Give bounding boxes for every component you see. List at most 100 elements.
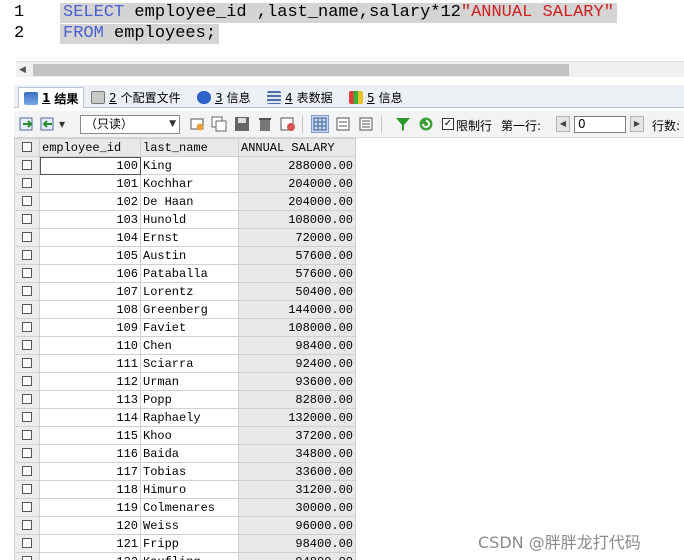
last-name-cell[interactable]: Faviet	[140, 318, 239, 337]
row-checkbox[interactable]	[22, 196, 32, 207]
annual-salary-cell[interactable]: 57600.00	[238, 264, 356, 283]
annual-salary-cell[interactable]: 108000.00	[238, 210, 356, 229]
last-name-cell[interactable]: Ernst	[140, 228, 239, 247]
last-name-cell[interactable]: Khoo	[140, 426, 239, 445]
sql-editor[interactable]: 1 SELECT employee_id ,last_name,salary*1…	[0, 0, 684, 60]
annual-salary-cell[interactable]: 31200.00	[238, 480, 356, 499]
row-select-cell[interactable]	[14, 246, 40, 265]
save-icon[interactable]	[233, 115, 251, 133]
employee-id-cell[interactable]: 104	[39, 228, 141, 247]
table-row[interactable]: 110 Chen 98400.00	[14, 336, 356, 355]
annual-salary-cell[interactable]: 33600.00	[238, 462, 356, 481]
row-select-cell[interactable]	[14, 516, 40, 535]
row-select-cell[interactable]	[14, 300, 40, 319]
last-name-cell[interactable]: Raphaely	[140, 408, 239, 427]
export-icon[interactable]	[18, 115, 36, 133]
table-row[interactable]: 118 Himuro 31200.00	[14, 480, 356, 499]
employee-id-cell[interactable]: 112	[39, 372, 141, 391]
employee-id-cell[interactable]: 103	[39, 210, 141, 229]
tab-info[interactable]: 3 信息	[192, 87, 256, 108]
employee-id-cell[interactable]: 105	[39, 246, 141, 265]
row-checkbox[interactable]	[22, 214, 32, 225]
row-select-cell[interactable]	[14, 264, 40, 283]
employee-id-cell[interactable]: 102	[39, 192, 141, 211]
table-row[interactable]: 106 Pataballa 57600.00	[14, 264, 356, 283]
last-name-cell[interactable]: Kochhar	[140, 174, 239, 193]
table-row[interactable]: 102 De Haan 204000.00	[14, 192, 356, 211]
last-name-cell[interactable]: Pataballa	[140, 264, 239, 283]
table-row[interactable]: 121 Fripp 98400.00	[14, 534, 356, 553]
duplicate-row-icon[interactable]	[210, 115, 228, 133]
row-select-cell[interactable]	[14, 498, 40, 517]
table-row[interactable]: 101 Kochhar 204000.00	[14, 174, 356, 193]
limit-rows-checkbox[interactable]: ✓	[442, 118, 454, 130]
annual-salary-cell[interactable]: 50400.00	[238, 282, 356, 301]
row-checkbox[interactable]	[22, 394, 32, 405]
table-row[interactable]: 119 Colmenares 30000.00	[14, 498, 356, 517]
add-row-icon[interactable]	[188, 115, 206, 133]
row-checkbox[interactable]	[22, 340, 32, 351]
last-name-cell[interactable]: Colmenares	[140, 498, 239, 517]
annual-salary-cell[interactable]: 204000.00	[238, 174, 356, 193]
employee-id-cell[interactable]: 116	[39, 444, 141, 463]
annual-salary-cell[interactable]: 93600.00	[238, 372, 356, 391]
row-select-cell[interactable]	[14, 228, 40, 247]
table-row[interactable]: 112 Urman 93600.00	[14, 372, 356, 391]
row-checkbox[interactable]	[22, 250, 32, 261]
filter-icon[interactable]	[394, 115, 412, 133]
employee-id-cell[interactable]: 111	[39, 354, 141, 373]
last-name-cell[interactable]: Greenberg	[140, 300, 239, 319]
row-checkbox[interactable]	[22, 448, 32, 459]
scroll-thumb[interactable]	[33, 64, 569, 76]
table-row[interactable]: 104 Ernst 72000.00	[14, 228, 356, 247]
annual-salary-cell[interactable]: 144000.00	[238, 300, 356, 319]
first-row-input[interactable]: 0	[574, 116, 626, 133]
row-select-cell[interactable]	[14, 210, 40, 229]
last-name-cell[interactable]: Himuro	[140, 480, 239, 499]
table-row[interactable]: 113 Popp 82800.00	[14, 390, 356, 409]
annual-salary-cell[interactable]: 96000.00	[238, 516, 356, 535]
row-select-cell[interactable]	[14, 480, 40, 499]
table-row[interactable]: 105 Austin 57600.00	[14, 246, 356, 265]
employee-id-cell[interactable]: 113	[39, 390, 141, 409]
table-row[interactable]: 108 Greenberg 144000.00	[14, 300, 356, 319]
annual-salary-cell[interactable]: 72000.00	[238, 228, 356, 247]
table-row[interactable]: 100 King 288000.00	[14, 156, 356, 175]
employee-id-cell[interactable]: 107	[39, 282, 141, 301]
row-select-cell[interactable]	[14, 174, 40, 193]
tab-results[interactable]: 1 结果	[18, 87, 85, 108]
last-name-cell[interactable]: Popp	[140, 390, 239, 409]
annual-salary-cell[interactable]: 98400.00	[238, 534, 356, 553]
row-select-cell[interactable]	[14, 354, 40, 373]
annual-salary-cell[interactable]: 98400.00	[238, 336, 356, 355]
refresh-grid-icon[interactable]	[279, 115, 297, 133]
last-name-cell[interactable]: Fripp	[140, 534, 239, 553]
row-select-cell[interactable]	[14, 534, 40, 553]
annual-salary-cell[interactable]: 37200.00	[238, 426, 356, 445]
last-name-cell[interactable]: De Haan	[140, 192, 239, 211]
row-select-cell[interactable]	[14, 462, 40, 481]
column-header[interactable]: last_name	[140, 138, 239, 157]
annual-salary-cell[interactable]: 34800.00	[238, 444, 356, 463]
last-name-cell[interactable]: Urman	[140, 372, 239, 391]
employee-id-cell[interactable]: 100	[39, 156, 141, 175]
form-view-icon[interactable]	[334, 115, 352, 133]
previous-page-button[interactable]: ◀	[556, 116, 570, 132]
grid-view-icon[interactable]	[311, 115, 329, 133]
annual-salary-cell[interactable]: 30000.00	[238, 498, 356, 517]
last-name-cell[interactable]: Hunold	[140, 210, 239, 229]
select-all-cell[interactable]	[14, 138, 40, 157]
row-select-cell[interactable]	[14, 318, 40, 337]
employee-id-cell[interactable]: 122	[39, 552, 141, 560]
table-row[interactable]: 116 Baida 34800.00	[14, 444, 356, 463]
last-name-cell[interactable]: Sciarra	[140, 354, 239, 373]
editor-horizontal-scrollbar[interactable]: ◀	[16, 61, 684, 77]
sql-line-2[interactable]: FROM employees;	[60, 24, 220, 44]
table-row[interactable]: 109 Faviet 108000.00	[14, 318, 356, 337]
row-checkbox[interactable]	[22, 484, 32, 495]
table-row[interactable]: 103 Hunold 108000.00	[14, 210, 356, 229]
employee-id-cell[interactable]: 108	[39, 300, 141, 319]
row-select-cell[interactable]	[14, 444, 40, 463]
scroll-left-icon[interactable]: ◀	[19, 65, 26, 75]
row-checkbox[interactable]	[22, 268, 32, 279]
